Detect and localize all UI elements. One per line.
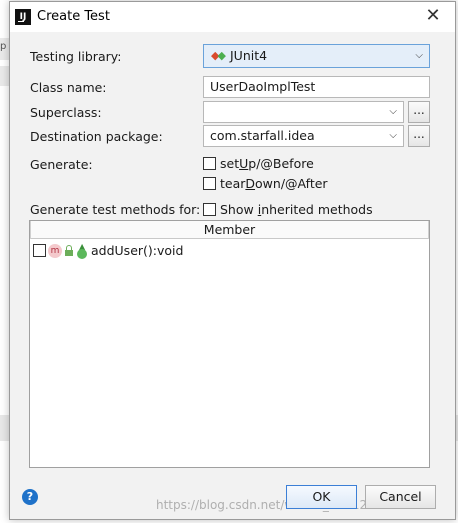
teardown-text-b: own/@After: [255, 176, 328, 191]
setup-mnemonic: U: [239, 156, 249, 171]
table-header[interactable]: Member: [30, 221, 429, 239]
testing-library-value: JUnit4: [230, 48, 268, 63]
setup-text-a: set: [220, 156, 240, 171]
superclass-label: Superclass:: [30, 105, 102, 120]
intellij-icon: IJ: [15, 9, 31, 25]
help-icon[interactable]: ?: [22, 489, 38, 505]
chevron-down-icon: ⌵: [389, 106, 397, 117]
class-name-label: Class name:: [30, 80, 107, 95]
inherited-text-b: nherited methods: [261, 202, 373, 217]
setup-text-b: p/@Before: [248, 156, 314, 171]
method-name: addUser():void: [91, 243, 184, 258]
teardown-text-a: tear: [220, 176, 246, 191]
ok-button[interactable]: OK: [286, 485, 357, 509]
cancel-button[interactable]: Cancel: [365, 485, 436, 509]
teardown-checkbox[interactable]: [203, 177, 216, 190]
chevron-down-icon: ⌵: [389, 130, 397, 141]
generate-label: Generate:: [30, 157, 93, 172]
close-icon[interactable]: ✕: [411, 2, 455, 32]
generate-methods-label: Generate test methods for:: [30, 202, 201, 217]
implements-icon: ▲: [76, 243, 88, 259]
public-lock-icon: [65, 245, 73, 256]
junit-icon: ◆◆: [211, 49, 226, 62]
table-row[interactable]: m ▲ addUser():void: [30, 241, 429, 261]
teardown-checkbox-label[interactable]: tearDown/@After: [220, 176, 328, 191]
destination-package-value: com.starfall.idea: [210, 128, 315, 143]
setup-checkbox[interactable]: [203, 157, 216, 170]
destination-browse-button[interactable]: ...: [408, 125, 430, 147]
destination-package-combo[interactable]: com.starfall.idea ⌵: [203, 125, 404, 147]
testing-library-label: Testing library:: [30, 49, 122, 64]
inherited-text-a: Show: [220, 202, 258, 217]
show-inherited-label[interactable]: Show inherited methods: [220, 202, 373, 217]
header-separator: [428, 221, 429, 239]
superclass-combo[interactable]: ⌵: [203, 101, 404, 123]
setup-checkbox-label[interactable]: setUp/@Before: [220, 156, 314, 171]
create-test-dialog: IJ Create Test ✕ Testing library: ◆◆ JUn…: [9, 1, 456, 520]
show-inherited-checkbox[interactable]: [203, 203, 216, 216]
testing-library-select[interactable]: ◆◆ JUnit4 ⌵: [203, 44, 430, 68]
method-icon: m: [48, 244, 62, 258]
destination-package-label: Destination package:: [30, 129, 163, 144]
title-bar[interactable]: IJ Create Test ✕: [10, 2, 455, 32]
superclass-browse-button[interactable]: ...: [408, 101, 430, 123]
members-table[interactable]: Member m ▲ addUser():void: [29, 220, 430, 468]
chevron-down-icon: ⌵: [415, 50, 423, 61]
dialog-title: Create Test: [37, 9, 110, 24]
teardown-mnemonic: D: [245, 176, 256, 191]
header-separator: [30, 221, 31, 239]
class-name-input[interactable]: UserDaoImplTest: [203, 76, 430, 98]
row-checkbox[interactable]: [33, 244, 46, 257]
member-column-header: Member: [203, 222, 256, 237]
